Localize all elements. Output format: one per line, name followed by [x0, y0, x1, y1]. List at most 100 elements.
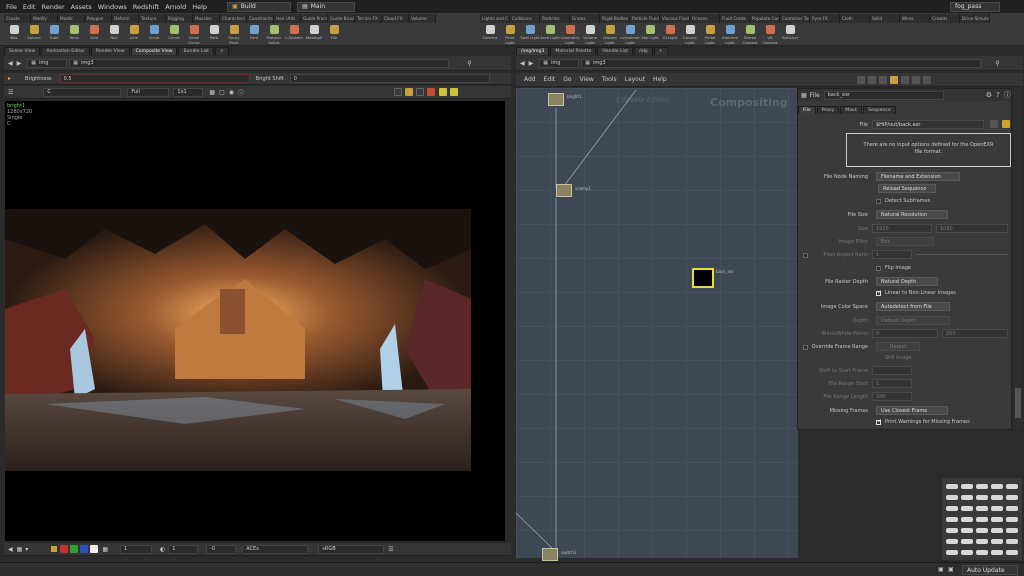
menu-redshift[interactable]: Redshift — [133, 3, 159, 11]
tab-scene-view[interactable]: Scene View — [4, 47, 41, 55]
net-path-level-2[interactable]: ▦ img3 — [581, 58, 982, 68]
param-tab-mask[interactable]: Mask — [840, 105, 863, 114]
tab-composite-view[interactable]: Composite View — [130, 47, 178, 55]
stroke-swatch[interactable] — [946, 484, 958, 489]
tab-animation-editor[interactable]: Animation Editor — [41, 47, 90, 55]
channel-blue-icon[interactable] — [80, 545, 89, 553]
stroke-swatch[interactable] — [961, 539, 973, 544]
menu-file[interactable]: File — [6, 3, 17, 11]
bright-shift-field[interactable]: 0 — [289, 74, 490, 83]
channel-alpha-icon[interactable] — [90, 545, 99, 553]
stroke-swatch[interactable] — [961, 550, 973, 555]
gear-icon[interactable]: ⚙ — [986, 91, 992, 99]
reload-sequence-button[interactable]: Reload Sequence — [878, 184, 936, 193]
shelf-right-tool-switcher[interactable]: Switcher — [780, 23, 800, 46]
range-start-field[interactable]: 1 — [872, 379, 912, 388]
stroke-swatch[interactable] — [1006, 528, 1018, 533]
frame-field[interactable]: 1 — [119, 544, 152, 554]
net-back-arrow-icon[interactable]: ◀ — [520, 60, 525, 67]
shelf-left-tool-font[interactable]: Font — [244, 23, 264, 46]
node-vcomp1[interactable] — [556, 184, 572, 197]
eye-icon[interactable]: ◉ — [229, 89, 234, 96]
shelf-left-tab-guide-brushes[interactable]: Guide Brushes — [328, 14, 355, 23]
snapshot-icon[interactable] — [416, 88, 424, 96]
stroke-swatch[interactable] — [1006, 539, 1018, 544]
stroke-swatch[interactable] — [991, 484, 1003, 489]
shelf-right-tool-volume-light[interactable]: Volume Light — [580, 23, 600, 46]
image-filter-dropdown[interactable]: Box — [876, 237, 934, 246]
param-tab-sequence[interactable]: Sequence — [863, 105, 896, 114]
node-back-exr[interactable] — [692, 268, 714, 288]
stroke-swatch[interactable] — [946, 528, 958, 533]
net-menu-layout[interactable]: Layout — [625, 76, 645, 83]
stroke-swatch[interactable] — [991, 539, 1003, 544]
detect-button[interactable]: Detect — [876, 342, 920, 351]
info-icon[interactable]: ⓘ — [238, 88, 244, 97]
net-grid-icon[interactable] — [889, 75, 898, 84]
shelf-right-tool-point-light[interactable]: Point Light — [500, 23, 520, 46]
tab-render-view[interactable]: Render View — [90, 47, 130, 55]
tools-icon[interactable]: ▦ — [17, 546, 23, 553]
shift-start-field[interactable] — [872, 366, 912, 375]
viewer-canvas[interactable]: bright1 1280x720 Single C — [5, 101, 505, 541]
layout-icon[interactable] — [394, 88, 402, 96]
shelf-left-tool-spray-paint[interactable]: Spray Paint — [224, 23, 244, 46]
shelf-right-tool-vr-camera[interactable]: VR Camera — [760, 23, 780, 46]
stroke-swatch[interactable] — [1006, 506, 1018, 511]
stroke-swatch[interactable] — [991, 550, 1003, 555]
stroke-swatch[interactable] — [991, 528, 1003, 533]
shelf-left-tool-l-system[interactable]: L-System — [284, 23, 304, 46]
desktop-dropdown[interactable]: ▤ Main — [297, 1, 356, 12]
status-icon-2[interactable]: ▣ — [948, 566, 954, 573]
depth-dropdown[interactable]: Default Depth — [876, 316, 950, 325]
expand-icon[interactable]: ▸ — [8, 75, 11, 82]
shelf-left-tab-model[interactable]: Model — [58, 14, 85, 23]
stroke-swatch[interactable] — [976, 495, 988, 500]
shelf-right-tool-area-light[interactable]: Area Light — [540, 23, 560, 46]
menu-edit[interactable]: Edit — [23, 3, 36, 11]
compare-icon[interactable] — [450, 88, 458, 96]
shelf-left-tab-terrain-fx[interactable]: Terrain FX — [355, 14, 382, 23]
net-menu-help[interactable]: Help — [653, 76, 667, 83]
node-switch1[interactable] — [542, 548, 558, 561]
take-field[interactable]: fog_pass — [950, 1, 1000, 12]
net-help-icon[interactable] — [922, 75, 931, 84]
shelf-right-tab-drive-simula[interactable]: Drive Simula — [960, 14, 990, 23]
shelf-right-tool-portal-light[interactable]: Portal Light — [700, 23, 720, 46]
stroke-swatch[interactable] — [976, 528, 988, 533]
shelf-right-tool-ambient-light[interactable]: Ambient Light — [720, 23, 740, 46]
lut-dropdown[interactable]: ACEs — [242, 544, 309, 554]
offset-field[interactable]: -0 — [206, 544, 237, 554]
shelf-left-tool-path[interactable]: Path — [204, 23, 224, 46]
zoom-dropdown[interactable]: 1x1 — [173, 87, 204, 97]
stroke-palette[interactable] — [942, 478, 1022, 560]
shelf-right-tab-collisions[interactable]: Collisions — [510, 14, 540, 23]
net-menu-go[interactable]: Go — [563, 76, 571, 83]
net-info-icon[interactable] — [911, 75, 920, 84]
shelf-right-tab-pyro-fx[interactable]: Pyro FX — [810, 14, 840, 23]
stroke-swatch[interactable] — [946, 495, 958, 500]
stroke-swatch[interactable] — [961, 495, 973, 500]
grid-view-icon[interactable]: ▦ — [102, 546, 108, 553]
shelf-left-tool-line[interactable]: Line — [124, 23, 144, 46]
missing-frames-dropdown[interactable]: Use Closest Frame — [876, 406, 948, 415]
shelf-left-tab-hair-utils[interactable]: Hair Utils — [274, 14, 301, 23]
shelf-left-tool-platonic-solids[interactable]: Platonic Solids — [264, 23, 284, 46]
shelf-right-tab-wires[interactable]: Wires — [900, 14, 930, 23]
stroke-swatch[interactable] — [946, 517, 958, 522]
tab-bundle-list[interactable]: Bundle List — [178, 47, 214, 55]
shelf-right-tab-rigid-bodies[interactable]: Rigid Bodies — [600, 14, 630, 23]
path-level-2[interactable]: ▦ img3 — [69, 58, 450, 68]
net-tree-icon[interactable] — [867, 75, 876, 84]
stroke-swatch[interactable] — [991, 506, 1003, 511]
shelf-right-tool-camera[interactable]: Camera — [480, 23, 500, 46]
back-arrow-icon[interactable]: ◀ — [8, 60, 13, 67]
new-tab-button-right[interactable]: + — [653, 47, 668, 55]
shelf-left-tab-muscles[interactable]: Muscles — [193, 14, 220, 23]
flip-image-checkbox[interactable] — [876, 266, 881, 271]
frame-icon[interactable]: ▢ — [219, 89, 225, 96]
shelf-right-tab-fluid-conta[interactable]: Fluid Conta — [720, 14, 750, 23]
stroke-swatch[interactable] — [961, 528, 973, 533]
brightness-field[interactable]: 0.5 — [59, 74, 250, 83]
param-scrollbar[interactable] — [1014, 88, 1022, 430]
